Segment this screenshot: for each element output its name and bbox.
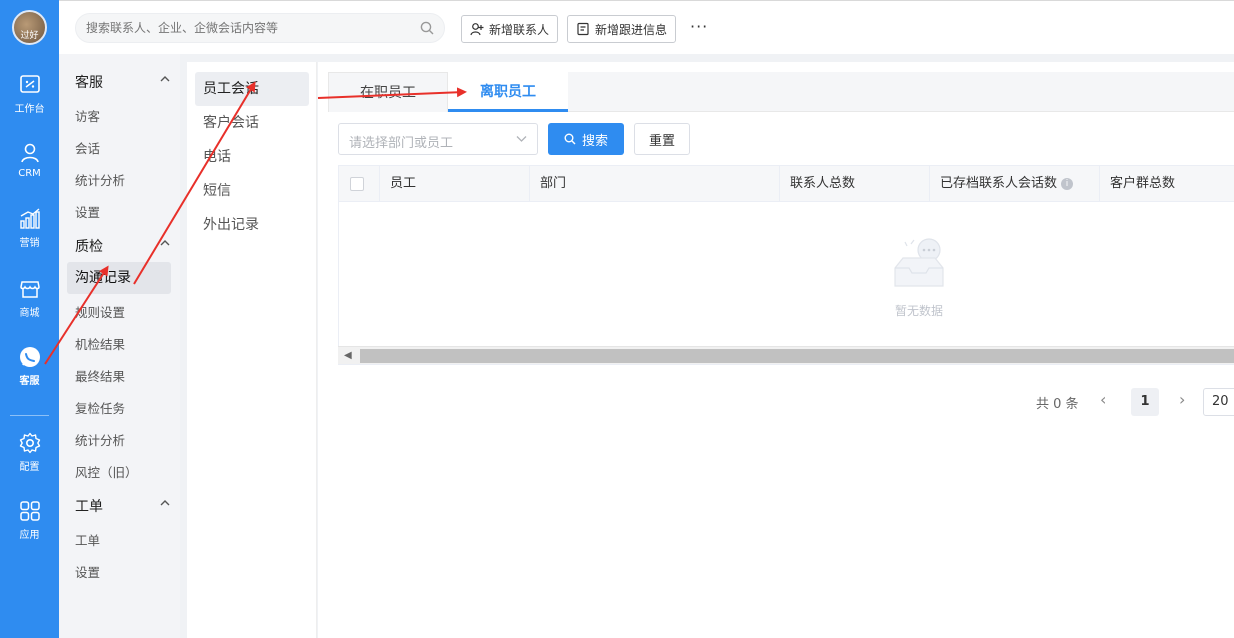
menu-item-quality-statistics[interactable]: 统计分析 bbox=[75, 430, 125, 449]
menu-group-label: 客服 bbox=[75, 75, 103, 91]
rail-item-workbench[interactable]: 工作台 bbox=[0, 74, 59, 134]
user-icon bbox=[20, 143, 39, 163]
rail-label: 配置 bbox=[19, 462, 40, 473]
info-icon[interactable]: i bbox=[1061, 177, 1074, 190]
menu-item-machine-results[interactable]: 机检结果 bbox=[75, 334, 125, 353]
table-header: 员工 部门 联系人总数 已存档联系人会话数 i 客户群总数 bbox=[339, 166, 1234, 202]
note-icon bbox=[577, 22, 589, 36]
avatar-text: 过好 bbox=[20, 31, 39, 41]
store-icon bbox=[19, 281, 40, 298]
menu-group-label: 质检 bbox=[75, 239, 103, 255]
rail-item-customer-service[interactable]: 客服 bbox=[0, 346, 59, 406]
employee-table: 员工 部门 联系人总数 已存档联系人会话数 i 客户群总数 暂无数据 bbox=[338, 165, 1234, 365]
menu-group-label: 工单 bbox=[75, 499, 103, 515]
column-contact-total[interactable]: 联系人总数 bbox=[779, 166, 929, 202]
menu-item-communication-records[interactable]: 沟通记录 bbox=[67, 262, 171, 294]
menu-group-quality[interactable]: 质检 bbox=[75, 236, 170, 256]
add-contact-label: 新增联系人 bbox=[489, 22, 550, 37]
menu-item-sms[interactable]: 短信 bbox=[195, 174, 309, 208]
chevron-up-icon bbox=[160, 76, 170, 82]
add-followup-label: 新增跟进信息 bbox=[595, 22, 668, 37]
rail-item-marketing[interactable]: 营销 bbox=[0, 208, 59, 268]
rail-label: 营销 bbox=[19, 238, 40, 249]
avatar[interactable]: 过好 bbox=[12, 10, 47, 45]
column-employee[interactable]: 员工 bbox=[379, 166, 529, 202]
column-archived-sessions[interactable]: 已存档联系人会话数 i bbox=[929, 166, 1099, 202]
menu-item-customer-sessions[interactable]: 客户会话 bbox=[195, 106, 309, 140]
gear-icon bbox=[19, 432, 40, 454]
menu-item-recheck-tasks[interactable]: 复检任务 bbox=[75, 398, 125, 417]
tab-resigned-employees[interactable]: 离职员工 bbox=[448, 72, 568, 112]
chevron-up-icon bbox=[160, 500, 170, 506]
pagination-total: 共 0 条 bbox=[1036, 397, 1079, 412]
left-rail: 过好 工作台 CRM 营销 商城 客服 配置 应用 bbox=[0, 0, 59, 638]
page-number-current[interactable]: 1 bbox=[1131, 388, 1159, 416]
add-followup-button[interactable]: 新增跟进信息 bbox=[567, 15, 677, 43]
tab-active-employees[interactable]: 在职员工 bbox=[328, 72, 448, 112]
empty-state: 暂无数据 bbox=[879, 236, 959, 319]
scrollbar-thumb[interactable] bbox=[360, 349, 1234, 363]
select-placeholder: 请选择部门或员工 bbox=[349, 136, 454, 151]
rail-divider bbox=[10, 415, 49, 416]
horizontal-scrollbar[interactable]: ◀ bbox=[338, 346, 1234, 364]
rail-label: 客服 bbox=[19, 376, 40, 387]
chevron-down-icon bbox=[516, 136, 527, 142]
rail-label: 工作台 bbox=[14, 104, 45, 115]
menu-item-rule-settings[interactable]: 规则设置 bbox=[75, 302, 125, 321]
search-icon bbox=[564, 133, 576, 145]
chart-icon bbox=[19, 208, 40, 229]
rail-item-store[interactable]: 商城 bbox=[0, 278, 59, 338]
empty-text: 暂无数据 bbox=[894, 304, 943, 318]
menu-item-final-results[interactable]: 最终结果 bbox=[75, 366, 125, 385]
menu-item-employee-sessions[interactable]: 员工会话 bbox=[195, 72, 309, 106]
menu-item-visitor[interactable]: 访客 bbox=[75, 106, 100, 125]
menu-item-phone[interactable]: 电话 bbox=[195, 140, 309, 174]
chat-bubble-icon bbox=[19, 347, 40, 367]
search-input[interactable] bbox=[86, 14, 406, 42]
menu-item-settings[interactable]: 设置 bbox=[75, 202, 100, 221]
empty-inbox-icon bbox=[894, 238, 944, 287]
add-contact-button[interactable]: 新增联系人 bbox=[461, 15, 559, 43]
menu-item-session[interactable]: 会话 bbox=[75, 138, 100, 157]
chevron-up-icon bbox=[160, 240, 170, 246]
prev-page-icon[interactable]: ‹ bbox=[1100, 390, 1106, 409]
rail-label: 商城 bbox=[19, 308, 40, 319]
record-type-menu: 员工会话 客户会话 电话 短信 外出记录 bbox=[187, 62, 317, 638]
department-employee-select[interactable]: 请选择部门或员工 bbox=[338, 123, 538, 155]
menu-item-statistics[interactable]: 统计分析 bbox=[75, 170, 125, 189]
employee-tabs: 在职员工 离职员工 bbox=[328, 72, 1234, 112]
more-menu-icon[interactable]: ··· bbox=[690, 17, 708, 36]
search-button[interactable]: 搜索 bbox=[548, 123, 624, 155]
rail-item-apps[interactable]: 应用 bbox=[0, 500, 59, 560]
menu-group-customer-service[interactable]: 客服 bbox=[75, 72, 170, 92]
scroll-left-icon[interactable]: ◀ bbox=[344, 350, 352, 361]
next-page-icon[interactable]: › bbox=[1179, 390, 1185, 409]
menu-group-ticket[interactable]: 工单 bbox=[75, 496, 170, 516]
column-label: 已存档联系人会话数 bbox=[940, 176, 1058, 191]
global-search[interactable] bbox=[75, 13, 445, 43]
add-user-icon bbox=[470, 23, 484, 36]
select-all-checkbox[interactable] bbox=[350, 177, 364, 191]
menu-item-outing-records[interactable]: 外出记录 bbox=[195, 208, 309, 242]
top-bar: 新增联系人 新增跟进信息 ··· bbox=[59, 0, 1234, 54]
search-button-label: 搜索 bbox=[581, 133, 608, 149]
main-content: 在职员工 离职员工 请选择部门或员工 搜索 重置 员工 部门 联系人总数 已存档… bbox=[318, 62, 1234, 638]
menu-item-ticket-settings[interactable]: 设置 bbox=[75, 562, 100, 581]
column-group-total[interactable]: 客户群总数 bbox=[1099, 166, 1234, 202]
search-icon[interactable] bbox=[420, 21, 434, 35]
page-size-select[interactable]: 20 bbox=[1203, 388, 1234, 416]
menu-item-risk-control-old[interactable]: 风控（旧） bbox=[75, 462, 138, 481]
rail-item-config[interactable]: 配置 bbox=[0, 432, 59, 492]
rail-item-crm[interactable]: CRM bbox=[0, 142, 59, 202]
module-menu: 客服 访客 会话 统计分析 设置 质检 沟通记录 规则设置 机检结果 最终结果 … bbox=[59, 54, 180, 638]
rail-label: CRM bbox=[18, 168, 41, 179]
workbench-icon bbox=[19, 75, 40, 93]
column-department[interactable]: 部门 bbox=[529, 166, 779, 202]
reset-button[interactable]: 重置 bbox=[634, 123, 690, 155]
rail-label: 应用 bbox=[19, 530, 40, 541]
menu-item-ticket[interactable]: 工单 bbox=[75, 530, 100, 549]
apps-icon bbox=[19, 501, 40, 521]
